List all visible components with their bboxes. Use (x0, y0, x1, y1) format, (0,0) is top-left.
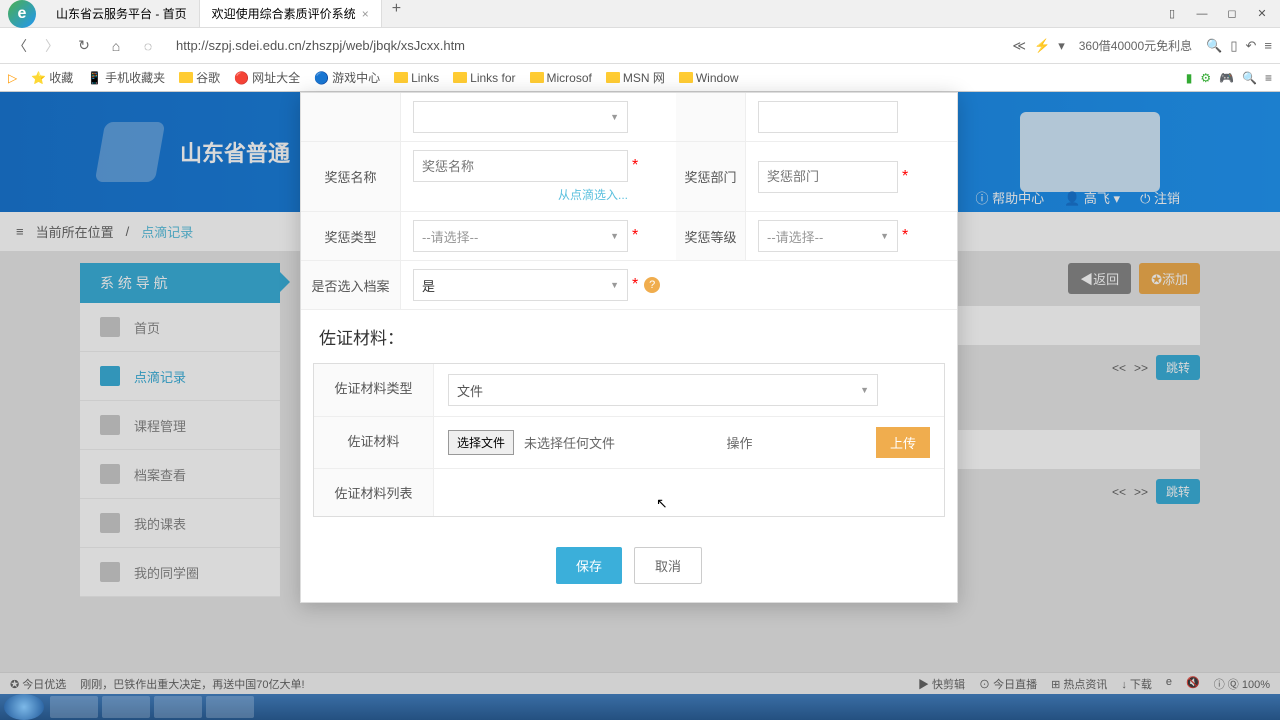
label-award-level: 奖惩等级 (676, 212, 746, 260)
bm-ms-label: Microsof (547, 71, 592, 85)
bm-window[interactable]: Window (679, 71, 739, 85)
label-material-list: 佐证材料列表 (314, 469, 434, 516)
bm-favorites[interactable]: ⭐收藏 (31, 69, 73, 86)
material-section-title: 佐证材料： (301, 310, 957, 363)
folder-icon (453, 72, 467, 83)
new-tab-button[interactable]: + (382, 0, 411, 27)
play-icon[interactable]: ▷ (8, 71, 17, 85)
ext-menu-icon[interactable]: ≡ (1265, 71, 1272, 85)
required-marker: * (632, 157, 638, 175)
promo-text[interactable]: 360借40000元免利息 (1079, 37, 1192, 54)
close-icon[interactable]: × (362, 7, 369, 21)
bm-all[interactable]: 🔴网址大全 (234, 69, 300, 86)
minimize-button[interactable]: — (1188, 4, 1216, 24)
label-partial (301, 93, 401, 141)
bm-mobile[interactable]: 📱手机收藏夹 (87, 69, 165, 86)
label-archive: 是否选入档案 (301, 261, 401, 309)
label-partial-2 (676, 93, 746, 141)
award-name-input[interactable] (413, 150, 628, 182)
label-material-type: 佐证材料类型 (314, 364, 434, 416)
bm-linksfor[interactable]: Links for (453, 71, 515, 85)
bm-linksfor-label: Links for (470, 71, 515, 85)
folder-icon (606, 72, 620, 83)
help-icon[interactable]: ? (644, 277, 660, 293)
ext-icon-3[interactable]: 🎮 (1219, 71, 1234, 85)
ext-icon-1[interactable]: ▮ (1186, 71, 1193, 85)
bm-links-label: Links (411, 71, 439, 85)
bm-game[interactable]: 🔵游戏中心 (314, 69, 380, 86)
tab-2[interactable]: 欢迎使用综合素质评价系统 × (200, 0, 382, 27)
task-ie[interactable] (50, 696, 98, 718)
no-file-text: 未选择任何文件 (524, 433, 615, 452)
home-button[interactable]: ⌂ (104, 34, 128, 58)
bm-google[interactable]: 谷歌 (179, 69, 220, 86)
close-button[interactable]: ✕ (1248, 4, 1276, 24)
tab-1[interactable]: 山东省云服务平台 - 首页 (44, 0, 200, 27)
bm-microsoft[interactable]: Microsof (530, 71, 592, 85)
label-award-name: 奖惩名称 (301, 142, 401, 211)
ext-icon-2[interactable]: ⚙ (1200, 71, 1211, 85)
required-marker: * (902, 168, 908, 186)
task-excel[interactable] (206, 696, 254, 718)
lock-icon: ◌ (136, 34, 160, 58)
folder-icon (179, 72, 193, 83)
partial-select[interactable] (413, 101, 628, 133)
label-award-dept: 奖惩部门 (676, 142, 746, 211)
required-marker: * (632, 227, 638, 245)
share-icon[interactable]: ≪ (1012, 38, 1026, 54)
folder-icon (530, 72, 544, 83)
reload-button[interactable]: ↻ (72, 34, 96, 58)
tab-1-title: 山东省云服务平台 - 首页 (56, 5, 187, 22)
cursor-icon: ↖ (656, 495, 668, 512)
back-button[interactable]: 〈 (8, 34, 32, 58)
undo-icon[interactable]: ↶ (1246, 38, 1257, 54)
flash-icon[interactable]: ⚡ (1034, 38, 1050, 54)
cancel-button[interactable]: 取消 (634, 547, 702, 584)
award-dept-input[interactable] (758, 161, 898, 193)
award-level-select[interactable]: --请选择-- (758, 220, 898, 252)
url-input[interactable]: http://szpj.sdei.edu.cn/zhszpj/web/jbqk/… (168, 38, 1004, 53)
menu-icon[interactable]: ≡ (1264, 38, 1272, 53)
tab-2-title: 欢迎使用综合素质评价系统 (212, 5, 356, 22)
bm-window-label: Window (696, 71, 739, 85)
bm-mobile-label: 手机收藏夹 (105, 69, 165, 86)
sidebar-toggle-icon[interactable]: ▯ (1158, 4, 1186, 24)
chevron-down-icon[interactable]: ▾ (1058, 38, 1065, 54)
import-link[interactable]: 从点滴选入... (413, 186, 628, 203)
award-type-select[interactable]: --请选择-- (413, 220, 628, 252)
label-award-type: 奖惩类型 (301, 212, 401, 260)
bm-all-label: 网址大全 (252, 69, 300, 86)
folder-icon (394, 72, 408, 83)
start-button[interactable] (4, 694, 44, 720)
partial-input[interactable] (758, 101, 898, 133)
archive-select[interactable]: 是 (413, 269, 628, 301)
forward-button: 〉 (40, 34, 64, 58)
bm-game-label: 游戏中心 (332, 69, 380, 86)
op-label: 操作 (727, 433, 753, 452)
folder-icon (679, 72, 693, 83)
label-material: 佐证材料 (314, 417, 434, 468)
task-app-m[interactable] (154, 696, 202, 718)
required-marker: * (902, 227, 908, 245)
ext-search-icon[interactable]: 🔍 (1242, 71, 1257, 85)
required-marker: * (632, 276, 638, 294)
browser-logo: e (8, 0, 36, 28)
modal-dialog: 奖惩名称 * 从点滴选入... 奖惩部门 * 奖惩类型 --请选择--* 奖惩等… (300, 92, 958, 603)
material-type-select[interactable]: 文件 (448, 374, 878, 406)
bm-google-label: 谷歌 (196, 69, 220, 86)
choose-file-button[interactable]: 选择文件 (448, 430, 514, 455)
search-icon[interactable]: 🔍 (1206, 38, 1222, 54)
bm-links[interactable]: Links (394, 71, 439, 85)
bm-msn[interactable]: MSN 网 (606, 69, 665, 86)
maximize-button[interactable]: ◻ (1218, 4, 1246, 24)
bm-fav-label: 收藏 (49, 69, 73, 86)
upload-button[interactable]: 上传 (876, 427, 930, 458)
bm-msn-label: MSN 网 (623, 69, 665, 86)
task-explorer[interactable] (102, 696, 150, 718)
save-button[interactable]: 保存 (556, 547, 622, 584)
reader-icon[interactable]: ▯ (1230, 38, 1237, 54)
